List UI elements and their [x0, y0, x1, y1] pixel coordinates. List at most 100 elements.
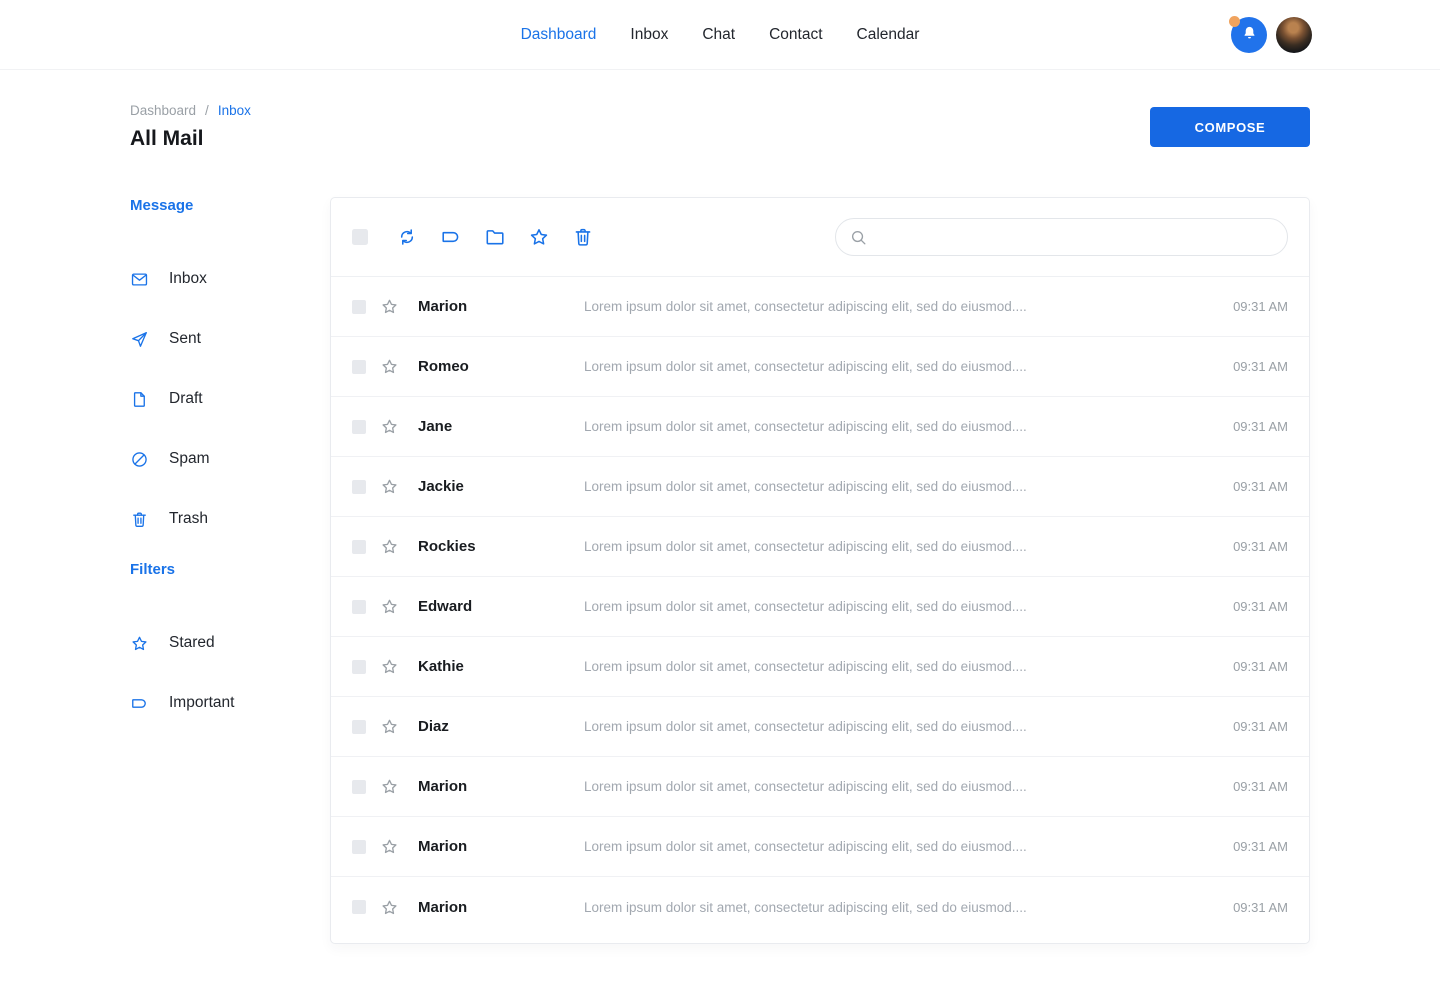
message-preview: Lorem ipsum dolor sit amet, consectetur …: [584, 900, 1217, 915]
toolbar-star-button[interactable]: [528, 226, 550, 248]
bell-icon: [1240, 24, 1259, 46]
toolbar-tag-button[interactable]: [440, 226, 462, 248]
star-icon: [130, 634, 149, 653]
message-time: 09:31 AM: [1233, 900, 1288, 915]
row-checkbox[interactable]: [352, 420, 366, 434]
mail-row[interactable]: Marion Lorem ipsum dolor sit amet, conse…: [331, 757, 1309, 817]
mail-row[interactable]: Rockies Lorem ipsum dolor sit amet, cons…: [331, 517, 1309, 577]
sender-name: Marion: [418, 899, 584, 916]
star-icon[interactable]: [380, 717, 399, 736]
avatar[interactable]: [1276, 17, 1312, 53]
star-icon[interactable]: [380, 477, 399, 496]
row-checkbox[interactable]: [352, 840, 366, 854]
mail-row[interactable]: Jane Lorem ipsum dolor sit amet, consect…: [331, 397, 1309, 457]
star-icon[interactable]: [380, 297, 399, 316]
message-preview: Lorem ipsum dolor sit amet, consectetur …: [584, 359, 1217, 374]
message-time: 09:31 AM: [1233, 359, 1288, 374]
sidebar-item-label: Sent: [169, 330, 201, 348]
star-icon[interactable]: [380, 657, 399, 676]
mail-row[interactable]: Jackie Lorem ipsum dolor sit amet, conse…: [331, 457, 1309, 517]
content: Message Inbox Sent Draft Spam Trash Filt…: [0, 197, 1440, 944]
sidebar-section: Filters Stared Important: [130, 561, 330, 733]
search-box[interactable]: [835, 218, 1288, 256]
search-input[interactable]: [877, 229, 1274, 245]
sidebar-item-trash[interactable]: Trash: [130, 489, 330, 549]
notifications-button[interactable]: [1231, 17, 1267, 53]
notification-badge-dot: [1229, 16, 1240, 27]
sidebar-item-label: Draft: [169, 390, 203, 408]
sender-name: Marion: [418, 298, 584, 315]
row-checkbox[interactable]: [352, 300, 366, 314]
row-checkbox[interactable]: [352, 780, 366, 794]
sender-name: Marion: [418, 838, 584, 855]
sidebar-section: Message Inbox Sent Draft Spam Trash: [130, 197, 330, 549]
sidebar-item-important[interactable]: Important: [130, 673, 330, 733]
mail-row[interactable]: Marion Lorem ipsum dolor sit amet, conse…: [331, 277, 1309, 337]
message-preview: Lorem ipsum dolor sit amet, consectetur …: [584, 479, 1217, 494]
toolbar-icons: [396, 226, 594, 248]
message-preview: Lorem ipsum dolor sit amet, consectetur …: [584, 719, 1217, 734]
star-icon[interactable]: [380, 537, 399, 556]
mail-row[interactable]: Kathie Lorem ipsum dolor sit amet, conse…: [331, 637, 1309, 697]
sender-name: Edward: [418, 598, 584, 615]
message-time: 09:31 AM: [1233, 599, 1288, 614]
block-icon: [130, 450, 149, 469]
star-icon[interactable]: [380, 417, 399, 436]
nav-item-calendar[interactable]: Calendar: [857, 26, 920, 44]
star-icon[interactable]: [380, 597, 399, 616]
mail-row[interactable]: Edward Lorem ipsum dolor sit amet, conse…: [331, 577, 1309, 637]
message-time: 09:31 AM: [1233, 839, 1288, 854]
nav-item-chat[interactable]: Chat: [702, 26, 735, 44]
toolbar-trash-button[interactable]: [572, 226, 594, 248]
toolbar-refresh-button[interactable]: [396, 226, 418, 248]
row-checkbox[interactable]: [352, 540, 366, 554]
row-checkbox[interactable]: [352, 720, 366, 734]
trash-icon: [130, 510, 149, 529]
mail-list: Marion Lorem ipsum dolor sit amet, conse…: [331, 277, 1309, 943]
sender-name: Rockies: [418, 538, 584, 555]
mail-row[interactable]: Marion Lorem ipsum dolor sit amet, conse…: [331, 817, 1309, 877]
nav-item-inbox[interactable]: Inbox: [630, 26, 668, 44]
star-icon: [528, 226, 550, 248]
message-time: 09:31 AM: [1233, 479, 1288, 494]
mail-row[interactable]: Diaz Lorem ipsum dolor sit amet, consect…: [331, 697, 1309, 757]
sidebar-item-label: Spam: [169, 450, 210, 468]
row-checkbox[interactable]: [352, 660, 366, 674]
toolbar-folder-button[interactable]: [484, 226, 506, 248]
sidebar-item-stared[interactable]: Stared: [130, 613, 330, 673]
paper-plane-icon: [130, 330, 149, 349]
star-icon[interactable]: [380, 357, 399, 376]
sidebar-item-label: Trash: [169, 510, 208, 528]
compose-button[interactable]: COMPOSE: [1150, 107, 1310, 147]
row-checkbox[interactable]: [352, 480, 366, 494]
message-time: 09:31 AM: [1233, 419, 1288, 434]
mail-row[interactable]: Marion Lorem ipsum dolor sit amet, conse…: [331, 877, 1309, 937]
message-time: 09:31 AM: [1233, 539, 1288, 554]
sidebar-section-title: Filters: [130, 561, 330, 581]
sender-name: Romeo: [418, 358, 584, 375]
row-checkbox[interactable]: [352, 900, 366, 914]
main-nav: Dashboard Inbox Chat Contact Calendar: [521, 26, 920, 44]
nav-item-contact[interactable]: Contact: [769, 26, 822, 44]
message-time: 09:31 AM: [1233, 779, 1288, 794]
sidebar-item-sent[interactable]: Sent: [130, 309, 330, 369]
sidebar-item-spam[interactable]: Spam: [130, 429, 330, 489]
star-icon[interactable]: [380, 898, 399, 917]
sidebar-item-label: Important: [169, 694, 234, 712]
star-icon[interactable]: [380, 777, 399, 796]
refresh-icon: [396, 226, 418, 248]
search-icon: [849, 228, 868, 247]
star-icon[interactable]: [380, 837, 399, 856]
sidebar-item-label: Stared: [169, 634, 215, 652]
breadcrumb-dashboard[interactable]: Dashboard: [130, 103, 196, 118]
page-head: Dashboard / Inbox All Mail COMPOSE: [0, 70, 1440, 151]
mail-row[interactable]: Romeo Lorem ipsum dolor sit amet, consec…: [331, 337, 1309, 397]
sidebar-item-inbox[interactable]: Inbox: [130, 249, 330, 309]
select-all-checkbox[interactable]: [352, 229, 368, 245]
row-checkbox[interactable]: [352, 600, 366, 614]
row-checkbox[interactable]: [352, 360, 366, 374]
sidebar-section-title: Message: [130, 197, 330, 217]
breadcrumb-inbox[interactable]: Inbox: [218, 103, 251, 118]
sidebar-item-draft[interactable]: Draft: [130, 369, 330, 429]
nav-item-dashboard[interactable]: Dashboard: [521, 26, 597, 44]
